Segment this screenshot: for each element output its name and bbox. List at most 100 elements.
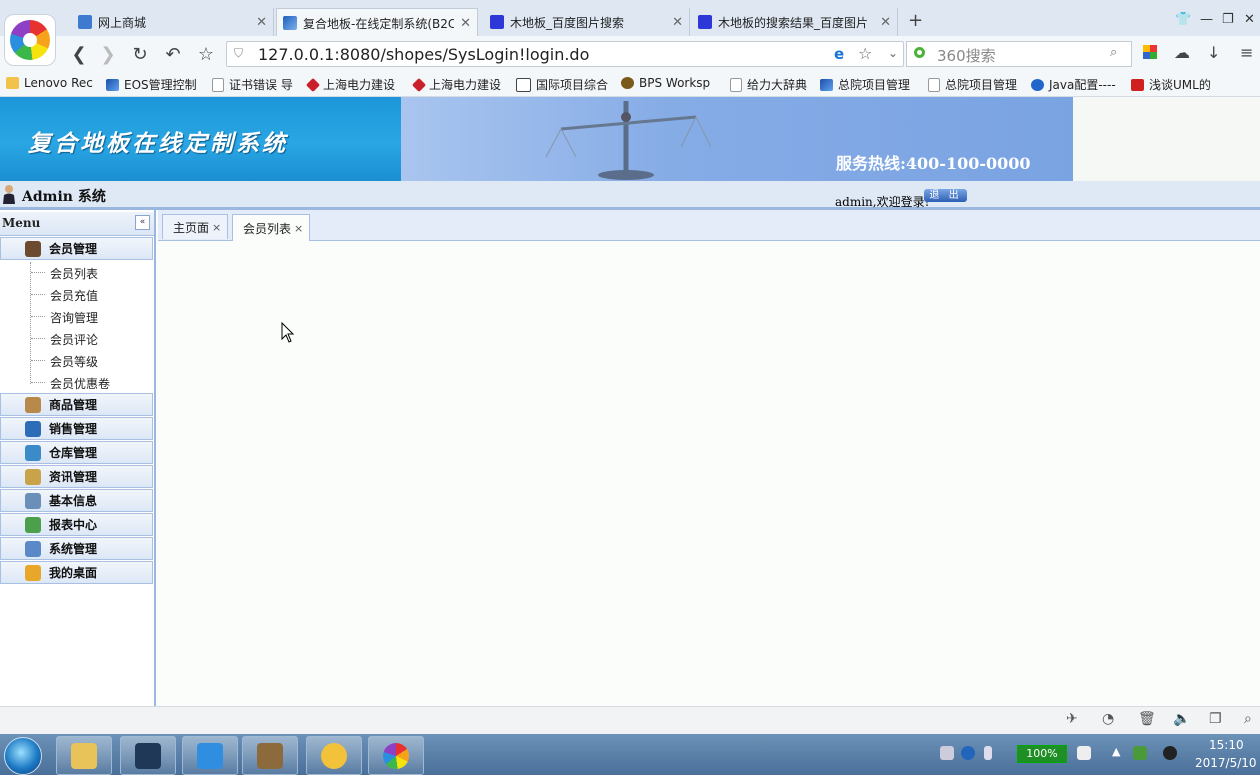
menu-group-news[interactable]: 资讯管理 [0,465,153,488]
minimize-icon[interactable]: — [1200,12,1213,27]
taskbar-chat[interactable] [306,736,362,775]
bookmark-item[interactable]: 上海电力建设 [411,76,501,93]
close-tab-icon[interactable]: ✕ [672,15,683,30]
menu-group-basic-info[interactable]: 基本信息 [0,489,153,512]
logout-button[interactable]: 退 出 [924,189,967,202]
network-icon[interactable] [984,746,992,760]
browser-logo-icon[interactable] [4,14,56,66]
c-logo-icon [1131,78,1144,91]
close-tab-icon[interactable]: ✕ [460,16,471,31]
news-icon [25,468,41,485]
close-icon[interactable]: × [294,222,303,235]
bookmark-item[interactable]: EOS管理控制 [106,76,197,93]
security-icon[interactable] [1133,746,1147,760]
browser-tab-2[interactable]: 复合地板-在线定制系统(B2C ✕ [276,8,478,37]
url-text[interactable]: 127.0.0.1:8080/shopes/SysLogin!login.do [258,45,589,64]
menu-group-system[interactable]: 系统管理 [0,537,153,560]
bookmark-item[interactable]: Java配置---- [1031,76,1116,93]
browser-tab-4[interactable]: 木地板的搜索结果_百度图片 ✕ [692,8,898,36]
bookmark-item[interactable]: 浅谈UML的 [1131,76,1211,93]
cloud-icon[interactable]: ☁ [1174,43,1190,62]
java-icon [1031,78,1044,91]
menu-icon[interactable]: ≡ [1240,43,1253,62]
taskbar-explorer[interactable] [56,736,112,775]
trash-icon[interactable]: 🗑 [1138,711,1156,727]
menu-group-sales[interactable]: 销售管理 [0,417,153,440]
taskbar-browser[interactable] [368,736,424,775]
desktop-icon [25,564,41,581]
forward-icon[interactable]: ❯ [97,44,119,65]
browser-tab-1[interactable]: 网上商城 ✕ [72,8,274,36]
pin-icon[interactable]: ✈ [1066,711,1078,727]
menu-item-member-coupon[interactable]: 会员优惠卷 [50,375,110,392]
menu-item-member-level[interactable]: 会员等级 [50,353,98,370]
menu-group-warehouse[interactable]: 仓库管理 [0,441,153,464]
undo-icon[interactable]: ↶ [162,44,184,65]
close-tab-icon[interactable]: ✕ [256,15,267,30]
taskbar-eclipse[interactable] [120,736,176,775]
sound-icon[interactable]: 🔈 [1173,711,1190,727]
bookmark-item[interactable]: 上海电力建设 [305,76,395,93]
bookmark-star-icon[interactable]: ☆ [858,44,872,63]
apps-icon[interactable] [1143,45,1157,59]
tab-member-list[interactable]: 会员列表 × [232,214,310,241]
shirt-icon[interactable]: 👕 [1175,12,1191,27]
qq-icon[interactable] [1163,746,1177,760]
close-tab-icon[interactable]: ✕ [880,15,891,30]
taskbar-handshake[interactable] [242,736,298,775]
browser-tab-title: 网上商城 [98,15,147,30]
tray-expand-icon[interactable]: ▲ [1112,745,1120,758]
menu-item-member-recharge[interactable]: 会员充值 [50,287,98,304]
bookmark-item[interactable]: 国际项目综合 [516,76,608,93]
bookmark-item[interactable]: 总院项目管理 [820,76,910,93]
bookmark-item[interactable]: 证书错误 导 [212,76,293,93]
company-logo-icon [305,77,321,92]
zoom-icon[interactable]: ⌕ [1244,711,1252,727]
baidu-favicon-icon [698,15,712,29]
bookmark-item[interactable]: 总院项目管理 [928,76,1017,93]
back-icon[interactable]: ❮ [68,44,90,65]
clock-time[interactable]: 15:10 [1209,738,1244,752]
help-icon[interactable] [961,746,975,760]
search-icon[interactable]: ⌕ [1110,45,1117,60]
close-icon[interactable]: ✕ [1244,12,1255,27]
menu-item-consult[interactable]: 咨询管理 [50,309,98,326]
menu-item-member-list[interactable]: 会员列表 [50,265,98,282]
url-dropdown-icon[interactable]: ⌄ [888,46,898,60]
new-tab-button[interactable]: + [908,10,923,31]
service-hotline: 服务热线:400-100-0000 [836,154,1031,173]
content-area [158,241,1260,706]
page-icon [212,77,224,92]
bookmark-item[interactable]: 给力大辞典 [730,76,807,93]
sales-icon [25,420,41,437]
restore-icon[interactable]: ❐ [1222,12,1234,27]
taskbar-wps[interactable] [182,736,238,775]
mouse-cursor-icon [281,322,295,343]
folder-icon [71,742,97,769]
reload-icon[interactable]: ↻ [129,44,151,65]
menu-group-member[interactable]: 会员管理 [0,237,153,260]
menu-group-reports[interactable]: 报表中心 [0,513,153,536]
store-favicon-icon [78,15,92,29]
keyboard-icon[interactable] [940,746,954,760]
menu-group-desktop[interactable]: 我的桌面 [0,561,153,584]
browser-tab-3[interactable]: 木地板_百度图片搜索 ✕ [484,8,690,36]
bookmark-item[interactable]: BPS Worksp [621,76,710,90]
download-icon[interactable]: ↓ [1207,43,1220,62]
collapse-icon[interactable]: « [135,215,150,230]
clock-date[interactable]: 2017/5/10 [1195,756,1257,770]
menu-group-goods[interactable]: 商品管理 [0,393,153,416]
ie-mode-icon[interactable]: e [834,45,844,63]
handshake-icon [257,742,283,769]
tab-home[interactable]: 主页面 × [162,214,228,239]
speed-icon[interactable]: ◔ [1102,711,1114,727]
start-button-icon[interactable] [4,737,42,775]
power-icon[interactable] [1077,746,1091,760]
menu-item-member-comments[interactable]: 会员评论 [50,331,98,348]
window-icon[interactable]: ❐ [1209,711,1222,727]
close-icon[interactable]: × [212,221,221,234]
bookmark-item[interactable]: Lenovo Rec [6,76,93,90]
search-input[interactable]: 360搜索 [937,45,996,66]
battery-indicator[interactable]: 100% [1017,745,1067,763]
star-icon[interactable]: ☆ [195,44,217,65]
